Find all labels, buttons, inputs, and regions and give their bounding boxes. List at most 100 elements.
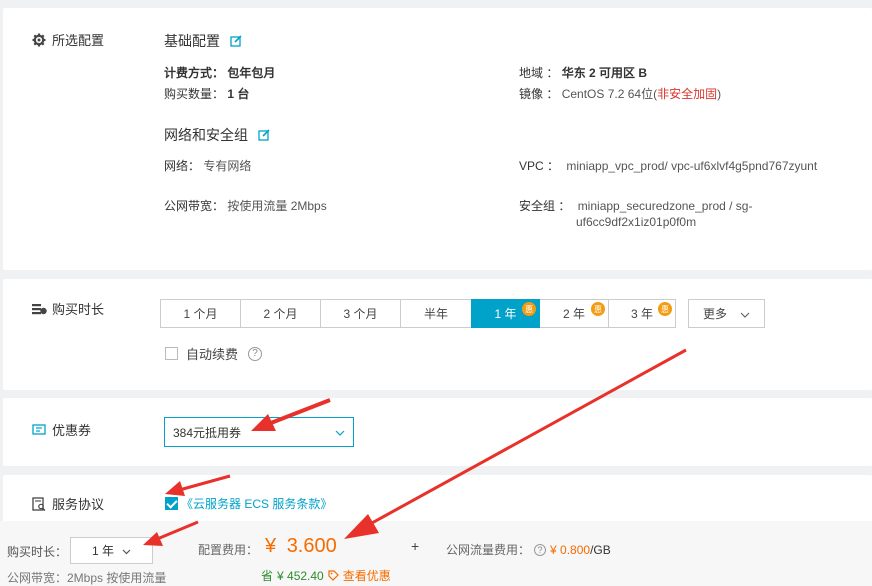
agreement-title: 服务协议	[52, 497, 105, 512]
bandwidth-label: 公网带宽：	[164, 199, 225, 213]
tag-icon	[328, 570, 339, 581]
duration-option-label: 3 个月	[343, 307, 378, 321]
image-paren-close: )	[717, 87, 722, 101]
coupon-selected-value: 384元抵用券	[173, 425, 242, 440]
edit-icon[interactable]	[258, 129, 270, 141]
region-label: 地域 ：	[519, 66, 559, 80]
agreement-checkbox[interactable]	[165, 497, 178, 510]
network-value: 专有网络	[203, 159, 252, 173]
edit-icon[interactable]	[230, 35, 242, 47]
coins-icon	[31, 301, 47, 317]
discount-badge: 惠	[658, 302, 672, 316]
save-amount: ¥ 452.40	[277, 568, 324, 583]
vpc-label: VPC ：	[519, 159, 560, 173]
agreement-card: 服务协议 《云服务器 ECS 服务条款》	[3, 475, 872, 525]
duration-option-3-years[interactable]: 3 年惠	[608, 299, 676, 328]
more-label: 更多	[703, 307, 728, 321]
duration-option-2-years[interactable]: 2 年惠	[539, 299, 609, 328]
billing-row: 计费方式： 包年包月	[164, 64, 275, 81]
config-fee-label: 配置费用：	[198, 543, 259, 557]
sg-value-line2: uf6cc9df2x1iz01p0f0m	[576, 215, 697, 229]
duration-card: 购买时长 1 个月 2 个月 3 个月 半年 1 年惠 2 年惠 3 年惠 更多…	[3, 279, 872, 390]
duration-options: 1 个月 2 个月 3 个月 半年 1 年惠 2 年惠 3 年惠	[160, 299, 676, 328]
order-summary-bar: 购买时长： 1 年 公网带宽：2Mbps 按使用流量 配置费用： ¥ 3.600…	[0, 521, 872, 586]
duration-option-2-months[interactable]: 2 个月	[240, 299, 321, 328]
config-fee-value: 3.600	[286, 535, 337, 557]
agreement-row: 《云服务器 ECS 服务条款》	[165, 495, 332, 512]
coupon-card: 优惠券 384元抵用券	[3, 398, 872, 466]
auto-renew-checkbox[interactable]	[165, 347, 178, 360]
network-heading: 网络和安全组	[164, 125, 270, 145]
chevron-down-icon	[740, 307, 750, 321]
region-row: 地域 ： 华东 2 可用区 B	[519, 64, 647, 81]
duration-option-label: 半年	[423, 307, 448, 321]
network-row: 网络： 专有网络	[164, 157, 251, 174]
qty-row: 购买数量： 1 台	[164, 85, 249, 102]
discount-badge: 惠	[522, 302, 536, 316]
more-durations-dropdown[interactable]: 更多	[688, 299, 765, 328]
sg-value-line1: miniapp_securedzone_prod / sg-	[577, 199, 753, 213]
config-title: 所选配置	[52, 33, 105, 48]
security-group-row: 安全组 ： miniapp_securedzone_prod / sg-	[519, 197, 752, 214]
traffic-price: ¥ 0.800	[550, 542, 591, 557]
footer-duration-value: 1 年	[91, 544, 114, 558]
duration-option-1-month[interactable]: 1 个月	[160, 299, 241, 328]
config-card: 所选配置 基础配置 计费方式： 包年包月 购买数量： 1 台 地域 ： 华东 2…	[3, 8, 872, 270]
duration-option-3-months[interactable]: 3 个月	[320, 299, 401, 328]
duration-option-1-year[interactable]: 1 年惠	[471, 299, 540, 328]
qty-label: 购买数量：	[164, 87, 225, 101]
qty-value: 1 台	[227, 87, 250, 101]
bandwidth-value: 按使用流量 2Mbps	[227, 199, 327, 213]
image-warning: 非安全加固	[657, 87, 718, 101]
config-section-title: 所选配置	[31, 30, 104, 49]
duration-title: 购买时长	[52, 302, 105, 317]
discount-badge: 惠	[591, 302, 605, 316]
security-group-row2: uf6cc9df2x1iz01p0f0m	[576, 215, 696, 229]
billing-label: 计费方式：	[164, 66, 225, 80]
duration-option-label: 2 个月	[263, 307, 298, 321]
document-search-icon	[31, 496, 47, 512]
network-label: 网络：	[164, 159, 201, 173]
footer-duration-select[interactable]: 1 年	[70, 537, 153, 564]
image-label: 镜像 ：	[519, 87, 559, 101]
footer-bandwidth-note: 公网带宽：2Mbps 按使用流量	[7, 571, 167, 585]
help-icon[interactable]: ?	[248, 346, 263, 361]
terms-link[interactable]: 《云服务器 ECS 服务条款》	[181, 495, 332, 512]
image-row: 镜像 ： CentOS 7.2 64位(非安全加固)	[519, 85, 721, 102]
coupon-select[interactable]: 384元抵用券	[164, 417, 354, 447]
region-value: 华东 2 可用区 B	[561, 66, 648, 80]
sg-label: 安全组 ：	[519, 199, 571, 213]
coupon-title: 优惠券	[52, 423, 92, 438]
basic-config-title: 基础配置	[164, 33, 220, 49]
billing-value: 包年包月	[227, 66, 276, 80]
config-fee: ¥ 3.600	[265, 535, 337, 558]
coupon-section-title: 优惠券	[31, 420, 91, 439]
vpc-row: VPC ： miniapp_vpc_prod/ vpc-uf6xlvf4g5pn…	[519, 157, 817, 174]
auto-renew-row: 自动续费 ?	[165, 344, 263, 363]
view-discount-link[interactable]: 查看优惠	[343, 567, 391, 584]
auto-renew-label: 自动续费	[186, 347, 239, 362]
duration-section-title: 购买时长	[31, 299, 104, 318]
bandwidth-row: 公网带宽： 按使用流量 2Mbps	[164, 197, 327, 214]
duration-option-label: 2 年	[562, 307, 585, 321]
duration-option-label: 1 个月	[183, 307, 218, 321]
chevron-down-icon	[335, 425, 345, 439]
duration-option-label: 3 年	[630, 307, 653, 321]
basic-config-heading: 基础配置	[164, 31, 242, 51]
image-value: CentOS 7.2 64位	[561, 87, 654, 101]
network-title: 网络和安全组	[164, 127, 248, 143]
traffic-fee: 公网流量费用： ? ¥ 0.800 /GB	[446, 541, 611, 558]
duration-option-label: 1 年	[494, 307, 517, 321]
agreement-section-title: 服务协议	[31, 494, 104, 513]
chevron-down-icon	[122, 544, 131, 558]
duration-option-half-year[interactable]: 半年	[400, 299, 472, 328]
vpc-value: miniapp_vpc_prod/ vpc-uf6xlvf4g5pnd767zy…	[566, 159, 818, 173]
traffic-unit: /GB	[590, 542, 611, 557]
save-prefix: 省	[261, 569, 274, 583]
footer-duration-label: 购买时长：	[7, 545, 68, 559]
gear-icon	[31, 32, 47, 48]
help-icon[interactable]: ?	[534, 543, 547, 556]
plus-sign: +	[411, 538, 420, 554]
currency-symbol: ¥	[265, 535, 277, 557]
traffic-label: 公网流量费用：	[446, 543, 531, 557]
